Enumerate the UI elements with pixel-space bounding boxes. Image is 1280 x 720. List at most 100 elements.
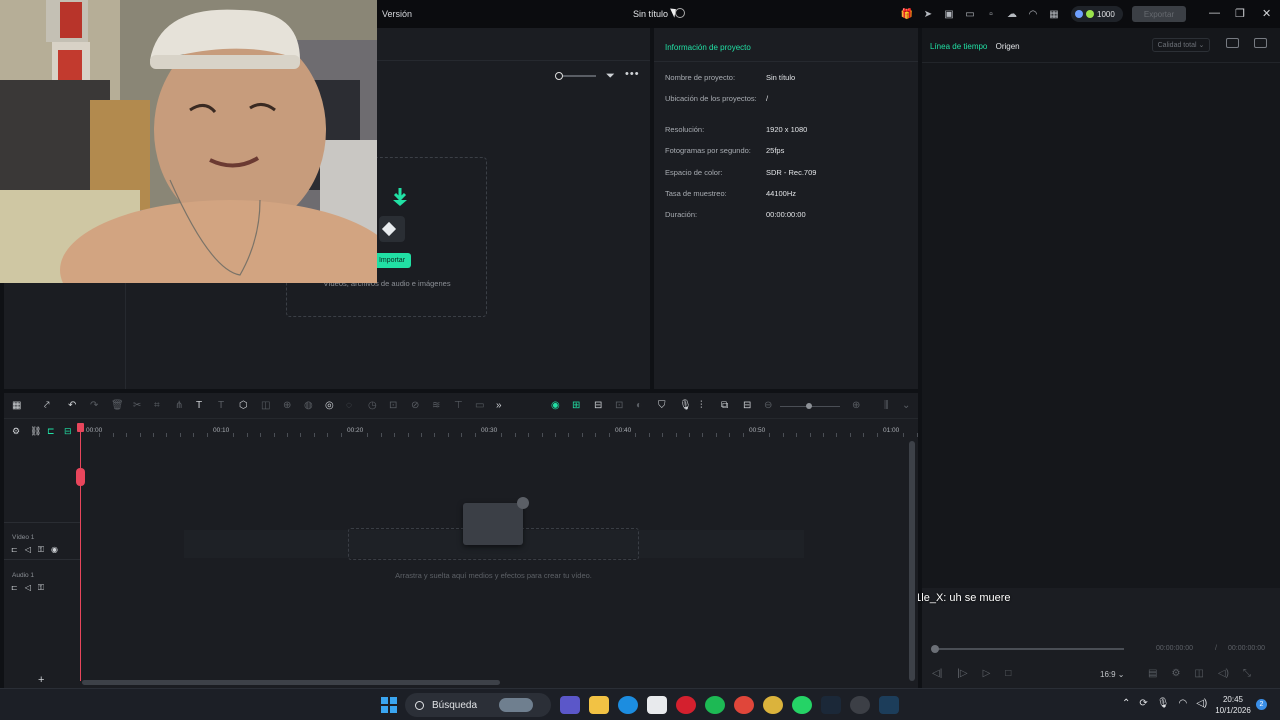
gift-icon[interactable]: 🎁 [899,6,915,22]
layout-icon[interactable] [1226,38,1239,48]
horizontal-scrollbar[interactable] [82,680,500,685]
wifi-icon[interactable]: ◠ [1178,698,1187,709]
filter-icon[interactable]: ⏷ [606,70,615,83]
unlink-icon[interactable]: ⛓ [30,426,41,437]
eye-icon[interactable]: ◉ [51,545,58,555]
windows-start-icon[interactable] [381,697,397,713]
speaker-icon[interactable]: ◁ [25,583,31,593]
snapshot-icon[interactable] [1254,38,1267,48]
microphone-icon[interactable]: 🎙 [679,400,692,411]
effect-icon[interactable]: ◌ [346,400,352,411]
redo-icon[interactable]: ↷ [90,400,98,411]
app-obs-icon[interactable] [850,696,870,714]
apps-grid-icon[interactable]: ▦ [1046,6,1062,22]
app-edge-icon[interactable] [618,696,638,714]
slider-knob[interactable] [555,72,563,80]
folder-icon[interactable]: ⊏ [11,545,18,555]
aspect-ratio-select[interactable]: 16:9 ⌄ [1100,670,1125,679]
column-icon[interactable]: ⫼ [884,400,889,411]
app-teams-icon[interactable] [560,696,580,714]
send-icon[interactable]: ➤ [920,6,936,22]
delete-icon[interactable]: 🗑 [111,400,124,411]
app-spotify-icon[interactable] [705,696,725,714]
playback-scrubber[interactable] [931,645,1124,653]
select-tool-icon[interactable]: ⤤ [44,400,50,411]
snap-icon[interactable]: ⊟ [64,426,72,437]
ai-tool-icon[interactable]: ◎ [325,400,334,411]
folder-icon[interactable]: ⊏ [11,583,18,593]
freeze-icon[interactable]: ⊡ [389,400,397,411]
inbox-icon[interactable]: ▭ [962,6,978,22]
time-ruler[interactable]: 00:00 00:10 00:20 00:30 00:40 00:50 01:0… [80,419,918,437]
fit-icon[interactable]: ⊟ [743,400,751,411]
motion-icon[interactable]: ⊘ [411,400,419,411]
minimize-icon[interactable]: — [1209,7,1220,19]
transition-icon[interactable]: ⊤ [454,400,463,411]
playhead-handle[interactable] [76,468,85,486]
app-chrome-icon[interactable] [763,696,783,714]
render-icon[interactable]: ▤ [1148,668,1157,679]
adjust-icon[interactable]: ≋ [432,400,440,411]
import-button[interactable]: Importar [373,253,411,268]
monitor-icon[interactable]: ▣ [941,6,957,22]
close-icon[interactable]: ✕ [1262,7,1271,20]
split-icon[interactable]: ⋔ [175,400,183,411]
headphones-icon[interactable]: ◠ [1025,6,1041,22]
scrubber-knob[interactable] [931,645,939,653]
more-options-icon[interactable]: ••• [625,68,640,80]
chevron-down-icon[interactable]: ⌄ [902,400,910,411]
chevron-up-icon[interactable]: ⌃ [1122,698,1130,709]
add-track-button[interactable]: + [38,674,44,686]
stop-icon[interactable]: □ [1005,668,1011,679]
camera-icon[interactable]: ◫ [1194,668,1203,679]
project-info-title[interactable]: Información de proyecto [665,43,751,52]
taskbar-clock[interactable]: 20:45 10/1/2026 [1212,694,1254,716]
play-icon[interactable]: ▷ [983,668,991,679]
sync-tray-icon[interactable]: ⟳ [1139,698,1147,709]
version-label[interactable]: Versión [382,9,412,19]
fullscreen-icon[interactable]: ⤡ [1243,668,1251,679]
cloud-icon[interactable]: ☁ [1004,6,1020,22]
shield-icon[interactable]: ⛉ [658,400,666,411]
crop-icon[interactable]: ⌗ [154,400,160,411]
vertical-scrollbar[interactable] [909,441,915,681]
restore-icon[interactable]: ❐ [1235,7,1245,20]
text-ai-icon[interactable]: T [218,400,224,411]
caption-icon[interactable]: ▭ [475,400,484,411]
stabilize-icon[interactable]: ⊡ [615,400,623,411]
app-opera-icon[interactable] [676,696,696,714]
settings-icon[interactable]: ⚙ [1171,668,1180,679]
zoom-in-icon[interactable]: ⊕ [852,400,860,411]
document-title[interactable]: Sin título [633,9,668,19]
tab-timeline[interactable]: Línea de tiempo [930,42,987,51]
app-steam-icon[interactable] [821,696,841,714]
magnet-icon[interactable]: ⊏ [47,426,55,437]
taskbar-search[interactable]: Búsqueda [405,693,551,717]
voice-icon[interactable]: ◐ [636,400,642,411]
more-tools-icon[interactable]: » [496,400,502,411]
export-button[interactable]: Exportar [1132,6,1186,22]
mixer-icon[interactable]: ⫶ [700,400,703,411]
save-icon[interactable]: ▫ [983,6,999,22]
volume-icon[interactable]: ◁) [1218,668,1229,679]
track-settings-icon[interactable]: ⚙ [12,426,20,437]
step-back-icon[interactable]: ◁| [932,668,942,679]
app-explorer-icon[interactable] [589,696,609,714]
undo-icon[interactable]: ↶ [68,400,76,411]
quality-select[interactable]: Calidad total ⌄ [1152,38,1210,52]
zoom-tool-icon[interactable]: ⊕ [283,400,291,411]
cut-icon[interactable]: ✂ [133,400,141,411]
lock-icon[interactable]: ⚿ [38,545,44,555]
app-store-icon[interactable] [647,696,667,714]
tab-source[interactable]: Origen [996,42,1020,51]
microphone-tray-icon[interactable]: 🎙 [1157,698,1170,709]
ai-assist-icon[interactable]: ◉ [551,400,560,411]
credits-badge[interactable]: 1000 [1071,6,1123,22]
color-icon[interactable]: ◍ [304,400,313,411]
notification-badge[interactable]: 2 [1256,699,1267,710]
smart-cut-icon[interactable]: ⊞ [572,400,580,411]
playhead-cap[interactable] [77,423,84,432]
zoom-out-icon[interactable]: ⊖ [764,400,772,411]
text-icon[interactable]: T [196,400,202,411]
layout-grid-icon[interactable]: ▦ [12,400,21,411]
